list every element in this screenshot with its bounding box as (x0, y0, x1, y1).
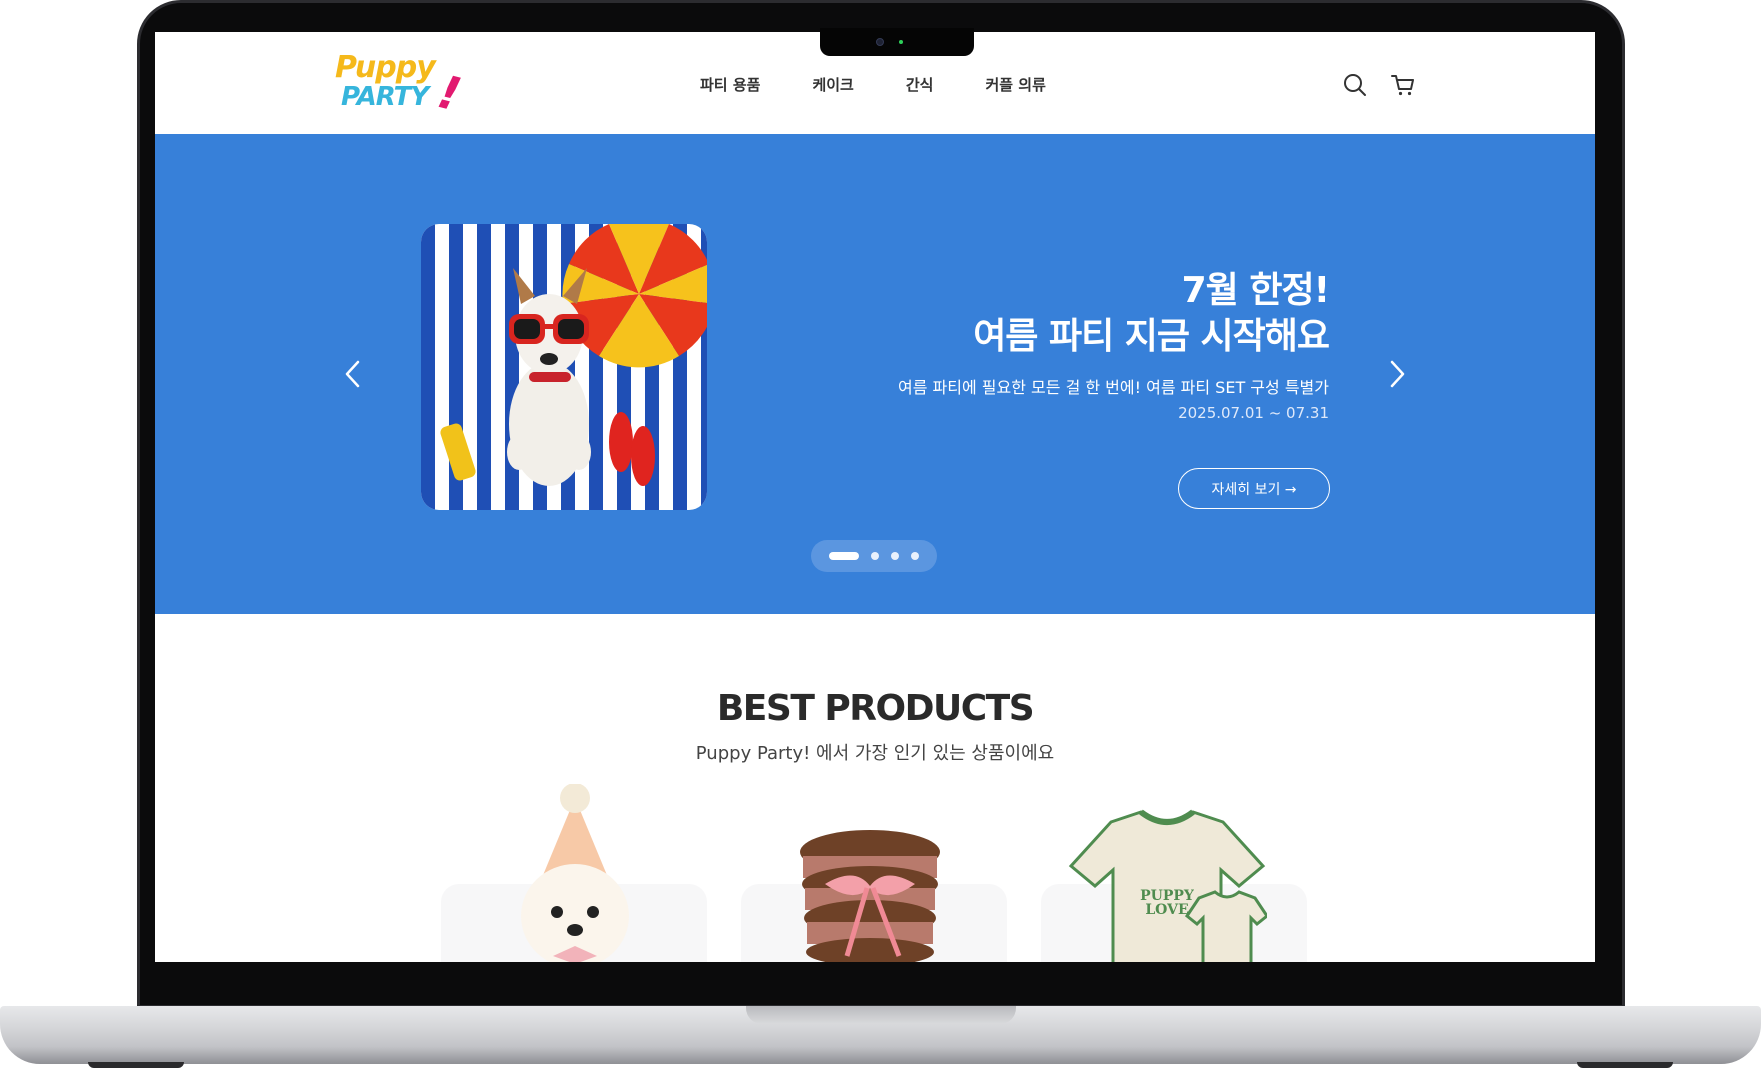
best-products-title: BEST PRODUCTS (716, 688, 1035, 729)
product-image-party-puppy[interactable] (495, 783, 655, 962)
cart-icon[interactable] (1390, 72, 1416, 98)
slider-next-icon[interactable] (1382, 356, 1412, 392)
laptop-opening-notch (746, 1006, 1016, 1024)
main-nav: 파티 용품 케이크 간식 커플 의류 (700, 74, 1098, 95)
logo-word-party: PARTY (341, 82, 429, 112)
laptop-mockup: Puppy PARTY ! 파티 용품 케이크 간식 커플 의류 7월 한정! … (0, 0, 1761, 1075)
hero-title: 7월 한정! 여름 파티 지금 시작해요 (973, 268, 1330, 360)
search-icon[interactable] (1342, 72, 1368, 98)
logo-word-puppy: Puppy (335, 50, 436, 85)
slider-pagination (811, 540, 937, 572)
slider-dot-1[interactable] (829, 552, 859, 560)
slider-dot-2[interactable] (871, 552, 879, 560)
nav-item-party-supplies[interactable]: 파티 용품 (700, 74, 760, 95)
camera-icon (876, 38, 884, 46)
best-products-subtitle: Puppy Party! 에서 가장 인기 있는 상품이에요 (695, 743, 1055, 764)
laptop-foot-left (88, 1062, 184, 1068)
slider-dot-3[interactable] (891, 552, 899, 560)
nav-item-snacks[interactable]: 간식 (906, 74, 934, 95)
nav-item-cake[interactable]: 케이크 (812, 74, 853, 95)
hero-dog-beach-image (421, 224, 707, 510)
hero-banner: 7월 한정! 여름 파티 지금 시작해요 여름 파티에 필요한 모든 걸 한 번… (155, 134, 1595, 614)
nav-item-couple-clothes[interactable]: 커플 의류 (985, 74, 1045, 95)
slider-prev-icon[interactable] (338, 356, 368, 392)
laptop-foot-right (1577, 1062, 1673, 1068)
product-image-couple-tshirt[interactable]: PUPPY LOVE (1067, 808, 1270, 962)
hero-date: 2025.07.01 ~ 07.31 (1178, 404, 1329, 422)
product-image-cookie-cake[interactable] (795, 826, 945, 962)
slider-dot-4[interactable] (911, 552, 919, 560)
view-details-button[interactable]: 자세히 보기 → (1178, 468, 1330, 509)
browser-screen: Puppy PARTY ! 파티 용품 케이크 간식 커플 의류 7월 한정! … (155, 32, 1595, 962)
hero-title-line-2: 여름 파티 지금 시작해요 (973, 316, 1330, 357)
hero-subtitle: 여름 파티에 필요한 모든 걸 한 번에! 여름 파티 SET 구성 특별가 (898, 378, 1329, 397)
logo[interactable]: Puppy PARTY ! (335, 50, 466, 122)
svg-text:LOVE: LOVE (1145, 902, 1188, 918)
camera-led (899, 40, 903, 44)
hero-title-line-1: 7월 한정! (1181, 270, 1330, 311)
camera-notch (820, 28, 974, 56)
logo-exclamation: ! (432, 64, 467, 122)
